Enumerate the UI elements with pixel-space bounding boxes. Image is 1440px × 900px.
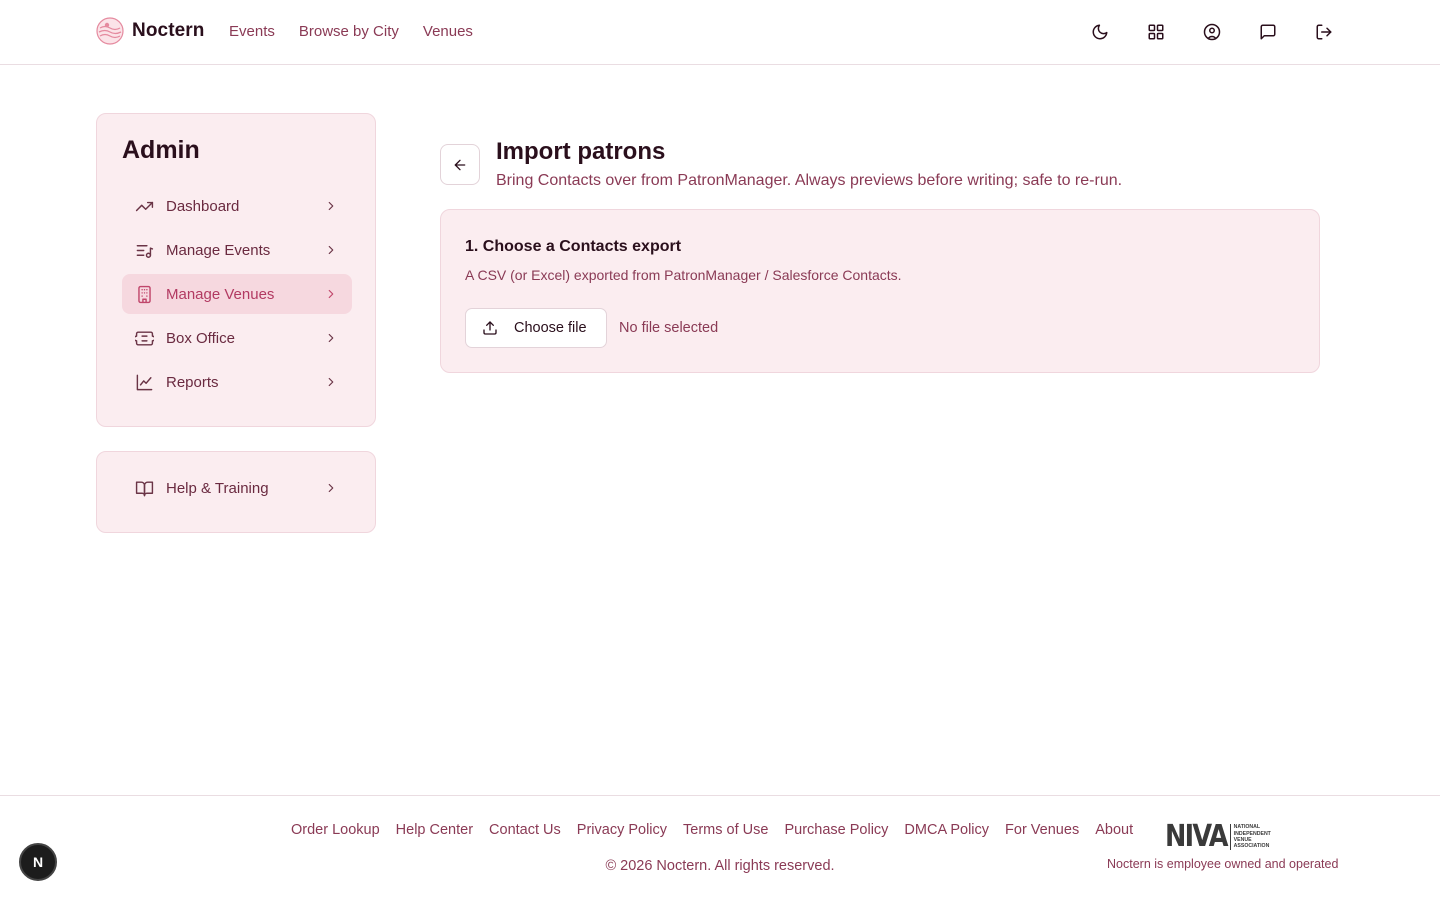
chevron-right-icon xyxy=(328,483,334,493)
sidebar-item-label: Reports xyxy=(166,373,219,391)
upload-icon xyxy=(483,321,497,335)
header-actions xyxy=(1088,20,1368,44)
account-button[interactable] xyxy=(1200,20,1224,44)
footer-link-privacy-policy[interactable]: Privacy Policy xyxy=(577,822,667,838)
footer-link-contact-us[interactable]: Contact Us xyxy=(489,822,561,838)
grid-icon xyxy=(1148,24,1164,40)
page-title: Import patrons xyxy=(496,138,666,165)
sidebar-item-manage-events[interactable]: Manage Events xyxy=(122,230,352,270)
chevron-right-icon xyxy=(328,377,334,387)
chevron-right-icon xyxy=(328,289,334,299)
chart-line-icon xyxy=(136,374,152,390)
page-subtitle: Bring Contacts over from PatronManager. … xyxy=(496,172,1123,189)
messages-button[interactable] xyxy=(1256,20,1280,44)
niva-wordmark: NIVA xyxy=(1165,819,1228,854)
building-icon xyxy=(137,285,151,303)
logout-icon xyxy=(1316,24,1332,40)
footer-link-help-center[interactable]: Help Center xyxy=(396,822,473,838)
employee-note: Noctern is employee owned and operated xyxy=(1107,857,1339,871)
sidebar-item-reports[interactable]: Reports xyxy=(122,362,352,402)
sidebar-item-label: Box Office xyxy=(166,329,235,347)
footer-link-dmca-policy[interactable]: DMCA Policy xyxy=(904,822,989,838)
sidebar-item-label: Manage Venues xyxy=(166,285,275,303)
step-description: A CSV (or Excel) exported from PatronMan… xyxy=(465,267,902,283)
footer-link-terms-of-use[interactable]: Terms of Use xyxy=(683,822,768,838)
message-icon xyxy=(1260,24,1276,40)
logout-button[interactable] xyxy=(1312,20,1336,44)
main-nav: Events Browse by City Venues xyxy=(229,23,473,40)
sidebar-title: Admin xyxy=(122,136,200,164)
ticket-icon xyxy=(134,330,154,346)
top-navbar: Noctern Events Browse by City Venues xyxy=(0,0,1440,65)
step-title: 1. Choose a Contacts export xyxy=(465,238,682,255)
theme-toggle-button[interactable] xyxy=(1088,20,1112,44)
sidebar-item-box-office[interactable]: Box Office xyxy=(122,318,352,358)
footer-link-purchase-policy[interactable]: Purchase Policy xyxy=(784,822,888,838)
sidebar-item-label: Manage Events xyxy=(166,241,271,259)
footer-links: Order Lookup Help Center Contact Us Priv… xyxy=(291,822,1133,838)
help-sidebar: Help & Training xyxy=(96,451,376,533)
niva-logo[interactable]: NIVA NATIONAL INDEPENDENT VENUE ASSOCIAT… xyxy=(1165,822,1271,852)
choose-file-label: Choose file xyxy=(514,320,587,336)
choose-file-button[interactable]: Choose file xyxy=(465,308,607,348)
file-status: No file selected xyxy=(619,320,719,336)
sidebar-item-help-training[interactable]: Help & Training xyxy=(122,468,352,508)
brand-name: Noctern xyxy=(132,20,205,41)
user-circle-icon xyxy=(1203,23,1221,41)
sidebar-item-manage-venues[interactable]: Manage Venues xyxy=(122,274,352,314)
music-list-icon xyxy=(136,244,153,258)
nav-venues[interactable]: Venues xyxy=(423,23,473,40)
chevron-right-icon xyxy=(328,333,334,343)
footer-link-for-venues[interactable]: For Venues xyxy=(1005,822,1079,838)
nav-browse-by-city[interactable]: Browse by City xyxy=(299,23,399,40)
noctern-logo-icon xyxy=(96,17,124,45)
import-step-card: 1. Choose a Contacts export A CSV (or Ex… xyxy=(440,209,1320,373)
book-icon xyxy=(135,480,153,496)
footer-link-order-lookup[interactable]: Order Lookup xyxy=(291,822,380,838)
admin-sidebar: Admin Dashboard Manage Events Manage Ven… xyxy=(96,113,376,427)
nav-events[interactable]: Events xyxy=(229,23,275,40)
footer-link-about[interactable]: About xyxy=(1095,822,1133,838)
chevron-right-icon xyxy=(328,245,334,255)
sidebar-item-label: Help & Training xyxy=(166,479,269,497)
back-button[interactable] xyxy=(440,144,480,185)
niva-subtext: NATIONAL INDEPENDENT VENUE ASSOCIATION xyxy=(1229,824,1271,850)
footer: Order Lookup Help Center Contact Us Priv… xyxy=(0,795,1440,900)
chevron-right-icon xyxy=(328,201,334,211)
sidebar-item-dashboard[interactable]: Dashboard xyxy=(122,186,352,226)
apps-button[interactable] xyxy=(1144,20,1168,44)
sidebar-item-label: Dashboard xyxy=(166,197,240,215)
moon-icon xyxy=(1092,24,1108,40)
brand-link[interactable]: Noctern xyxy=(96,17,205,45)
arrow-left-icon xyxy=(454,159,466,170)
dev-badge-button[interactable]: N xyxy=(19,843,57,881)
trend-icon xyxy=(135,201,153,211)
